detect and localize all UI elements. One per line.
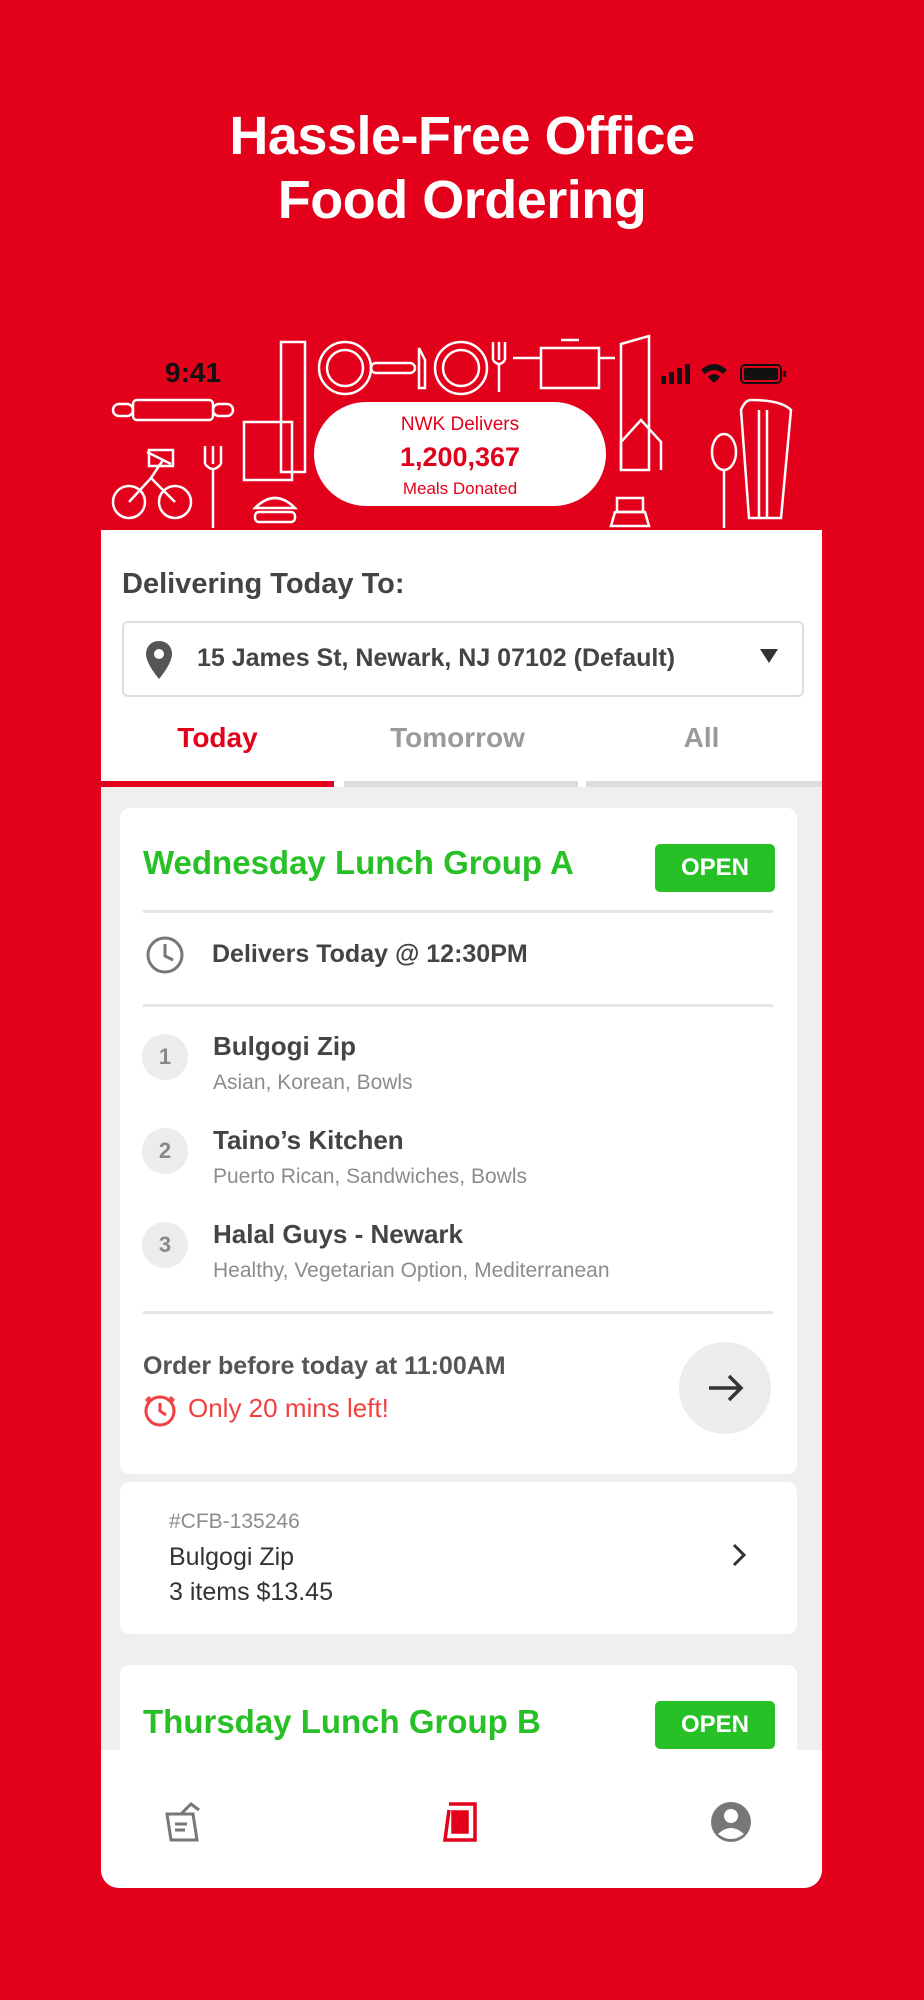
restaurant-tags: Healthy, Vegetarian Option, Mediterranea… <box>213 1259 610 1282</box>
wifi-icon <box>701 364 727 383</box>
menu-board-icon[interactable] <box>439 1800 483 1844</box>
restaurant-number: 3 <box>142 1222 188 1268</box>
tab-today[interactable]: Today <box>101 722 334 754</box>
restaurant-name: Taino’s Kitchen <box>213 1125 404 1155</box>
order-id: #CFB-135246 <box>169 1510 300 1533</box>
app-screen: Delivering Today To: 15 James St, Newark… <box>101 530 822 1888</box>
orders-history-icon[interactable] <box>161 1800 205 1844</box>
delivering-label: Delivering Today To: <box>122 568 405 600</box>
divider <box>143 1311 773 1314</box>
lunch-group-card[interactable]: Wednesday Lunch Group A OPEN Delivers To… <box>120 808 797 1474</box>
order-deadline: Order before today at 11:00AM <box>143 1352 506 1380</box>
tab-all[interactable]: All <box>581 722 822 754</box>
headline-line-2: Food Ordering <box>277 170 647 230</box>
status-badge: OPEN <box>655 844 775 892</box>
address-selector[interactable]: 15 James St, Newark, NJ 07102 (Default) <box>122 621 804 697</box>
delivery-header: Delivering Today To: 15 James St, Newark… <box>101 530 822 787</box>
clock-icon <box>146 936 184 974</box>
dropdown-arrow-icon <box>760 649 778 663</box>
restaurant-number: 2 <box>142 1128 188 1174</box>
status-icons <box>661 364 786 384</box>
account-icon[interactable] <box>709 1800 753 1844</box>
phone-mockup: 9:41 NWK Delivers 1,200,367 Meals Donate… <box>101 330 822 1888</box>
group-title: Wednesday Lunch Group A <box>143 844 574 881</box>
tab-tomorrow[interactable]: Tomorrow <box>341 722 574 754</box>
donation-label: NWK Delivers <box>400 414 520 435</box>
divider <box>143 910 773 913</box>
order-summary: 3 items $13.45 <box>169 1578 333 1606</box>
restaurant-tags: Puerto Rican, Sandwiches, Bowls <box>213 1165 527 1188</box>
status-time: 9:41 <box>165 357 222 388</box>
signal-icon <box>661 376 666 384</box>
divider <box>143 1004 773 1007</box>
donation-count: 1,200,367 <box>399 442 521 472</box>
chevron-right-icon <box>732 1543 746 1567</box>
tab-indicator-tomorrow <box>344 781 578 787</box>
arrow-right-icon <box>709 1374 744 1402</box>
donation-counter: NWK Delivers 1,200,367 Meals Donated <box>314 402 606 506</box>
headline-line-1: Hassle-Free Office <box>229 106 695 166</box>
restaurant-number: 1 <box>142 1034 188 1080</box>
existing-order-card[interactable]: #CFB-135246 Bulgogi Zip 3 items $13.45 <box>120 1482 797 1634</box>
status-badge: OPEN <box>655 1701 775 1749</box>
delivery-time: Delivers Today @ 12:30PM <box>212 940 528 968</box>
donation-sublabel: Meals Donated <box>402 479 518 498</box>
restaurant-tags: Asian, Korean, Bowls <box>213 1071 413 1094</box>
restaurant-name: Halal Guys - Newark <box>213 1219 463 1249</box>
order-restaurant: Bulgogi Zip <box>169 1543 295 1571</box>
promo-headline: Hassle-Free Office Food Ordering <box>0 104 924 232</box>
address-text: 15 James St, Newark, NJ 07102 (Default) <box>197 644 676 672</box>
location-pin-icon <box>146 641 172 679</box>
tab-indicator-today <box>101 781 334 787</box>
start-order-button[interactable] <box>679 1342 771 1434</box>
tab-indicator-all <box>586 781 822 787</box>
restaurant-name: Bulgogi Zip <box>213 1031 356 1061</box>
timer-icon <box>144 1395 176 1427</box>
time-left: Only 20 mins left! <box>188 1393 389 1423</box>
group-title: Thursday Lunch Group B <box>143 1703 541 1740</box>
bottom-navigation <box>101 1750 822 1888</box>
